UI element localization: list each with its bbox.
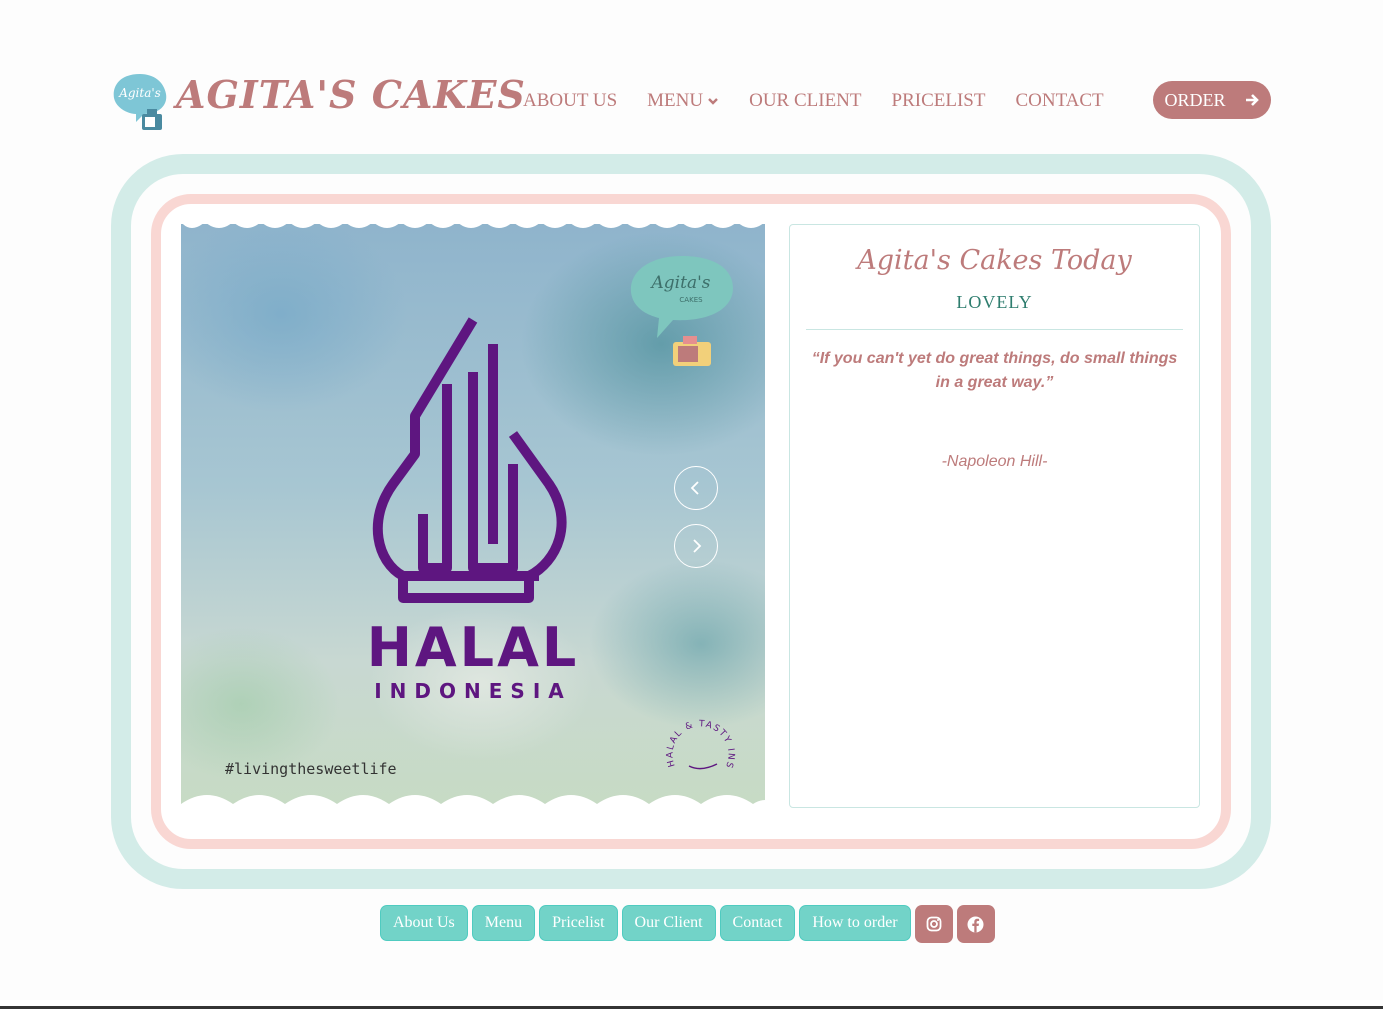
- svg-text:HALAL & TASTY INSIDE: HALAL & TASTY INSIDE: [661, 708, 736, 770]
- nav-pricelist[interactable]: PRICELIST: [892, 90, 986, 112]
- halal-logo-icon: [372, 317, 567, 603]
- nav-about-us[interactable]: ABOUT US: [523, 90, 617, 112]
- brand-logo-icon[interactable]: Agita's: [110, 70, 170, 134]
- logo-text: Agita's: [118, 86, 161, 100]
- footer-contact-button[interactable]: Contact: [719, 905, 796, 941]
- nav-menu-label: MENU: [647, 90, 704, 111]
- instagram-button[interactable]: [914, 905, 953, 943]
- quote-text: “If you can't yet do great things, do sm…: [811, 350, 1178, 391]
- order-button[interactable]: ORDER: [1153, 81, 1271, 119]
- badge-sub: CAKES: [679, 296, 703, 304]
- stamp-text: HALAL & TASTY INSIDE: [661, 708, 734, 770]
- nav-contact[interactable]: CONTACT: [1015, 90, 1103, 112]
- card-title: Agita's Cakes Today: [857, 245, 1132, 276]
- scallop-bottom-edge: [181, 795, 765, 808]
- footer-pricelist-button[interactable]: Pricelist: [539, 905, 618, 941]
- instagram-icon: [926, 916, 942, 932]
- brand-title[interactable]: AGITA'S CAKES: [176, 72, 526, 117]
- arrow-right-icon: [1245, 94, 1259, 106]
- halal-main-text: HALAL: [366, 616, 580, 679]
- slider-prev-button[interactable]: [674, 466, 718, 510]
- footer-nav: About Us Menu Pricelist Our Client Conta…: [380, 905, 995, 943]
- footer-about-us-button[interactable]: About Us: [380, 905, 468, 941]
- footer-how-to-order-button[interactable]: How to order: [799, 905, 911, 941]
- nav-menu[interactable]: MENU: [647, 90, 719, 112]
- main-nav: ABOUT US MENU OUR CLIENT PRICELIST CONTA…: [523, 90, 1104, 112]
- chevron-left-icon: [690, 481, 699, 495]
- facebook-icon: [967, 916, 984, 932]
- halal-sub-text: INDONESIA: [374, 679, 572, 703]
- halal-tasty-stamp-icon: HALAL & TASTY INSIDE: [661, 708, 736, 770]
- chevron-down-icon: [708, 98, 718, 105]
- agitas-badge-icon: Agita's CAKES: [630, 256, 733, 366]
- footer-menu-button[interactable]: Menu: [471, 905, 536, 941]
- order-button-label: ORDER: [1164, 89, 1226, 110]
- scallop-top-edge: [182, 224, 763, 228]
- facebook-button[interactable]: [956, 905, 995, 943]
- slider-next-button[interactable]: [674, 524, 718, 568]
- card-subtitle: LOVELY: [956, 292, 1033, 312]
- badge-text: Agita's: [650, 273, 711, 293]
- hashtag-text: #livingthesweetlife: [225, 760, 397, 778]
- quote-author: -Napoleon Hill-: [941, 453, 1048, 470]
- nav-our-client[interactable]: OUR CLIENT: [749, 90, 861, 112]
- hero-slider[interactable]: Agita's CAKES HALAL INDONESIA #livingthe…: [181, 224, 765, 808]
- chevron-right-icon: [693, 539, 702, 553]
- quote-card: Agita's Cakes Today LOVELY “If you can't…: [789, 224, 1200, 808]
- footer-our-client-button[interactable]: Our Client: [621, 905, 716, 941]
- card-divider: [806, 329, 1183, 330]
